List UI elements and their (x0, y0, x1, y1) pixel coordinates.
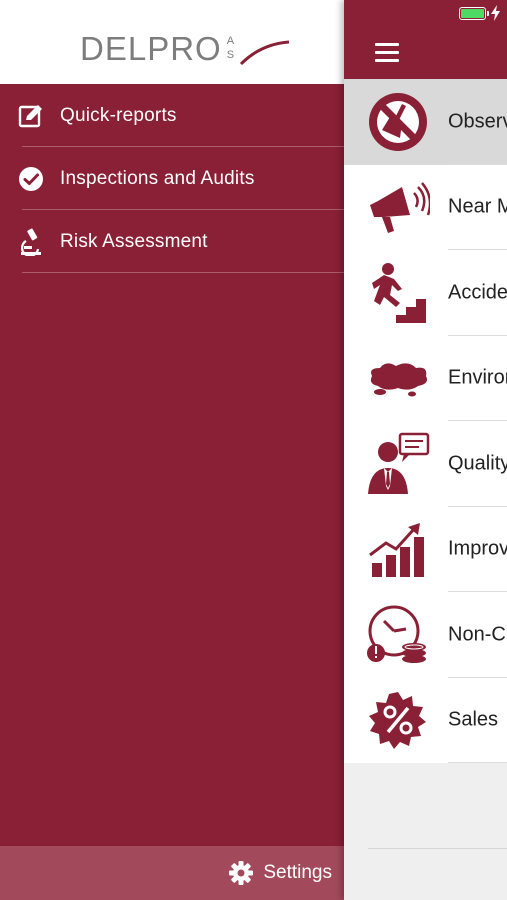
edit-icon (18, 103, 44, 129)
hamburger-icon[interactable] (375, 43, 399, 63)
category-label: Non-C (448, 623, 506, 646)
percent-badge-icon (366, 688, 430, 752)
businessman-speech-icon (366, 432, 430, 496)
menu-item-inspections-audits[interactable]: Inspections and Audits (0, 147, 344, 210)
status-bar (344, 0, 507, 26)
settings-label: Settings (263, 862, 332, 883)
drawer-menu: Quick-reports Inspections and Audits Ris… (0, 84, 344, 273)
settings-button[interactable]: Settings (0, 846, 344, 900)
battery-icon (459, 7, 489, 20)
growth-chart-icon (366, 517, 430, 581)
drawer-header: DELPRO A S (0, 0, 344, 84)
category-label: Enviror (448, 366, 507, 389)
lightning-icon (491, 5, 500, 21)
category-label: Observ (448, 110, 507, 133)
gear-icon (229, 861, 254, 885)
navbar (344, 26, 507, 79)
category-accident[interactable]: Accide (344, 250, 507, 336)
menu-label: Inspections and Audits (60, 167, 255, 189)
category-near-miss[interactable]: Near M (344, 164, 507, 250)
category-quality[interactable]: Quality (344, 421, 507, 507)
category-improvement[interactable]: Improv (344, 506, 507, 592)
category-label: Quality (448, 452, 507, 475)
fall-on-stairs-icon (366, 261, 430, 325)
main-panel: Observ Near M Accide Enviror Quality Imp… (344, 0, 507, 900)
logo-text: DELPRO (80, 30, 222, 67)
spill-icon (366, 346, 430, 410)
category-sales[interactable]: Sales (344, 677, 507, 763)
checkmark-circle-icon (18, 166, 44, 192)
category-environment[interactable]: Enviror (344, 335, 507, 421)
clock-coins-icon (366, 603, 430, 667)
microscope-icon (18, 228, 44, 256)
category-label: Improv (448, 537, 507, 560)
category-label: Sales (448, 708, 499, 731)
no-broom-icon (366, 90, 430, 154)
logo-swoosh-icon (239, 40, 290, 66)
category-observation[interactable]: Observ (344, 79, 507, 165)
category-non-conformance[interactable]: Non-C (344, 592, 507, 678)
menu-label: Risk Assessment (60, 230, 208, 252)
category-label: Accide (448, 281, 507, 304)
category-list: Observ Near M Accide Enviror Quality Imp… (344, 79, 507, 763)
menu-item-risk-assessment[interactable]: Risk Assessment (0, 210, 344, 273)
side-drawer: DELPRO A S Quick-reports Inspections and… (0, 0, 344, 900)
menu-item-quick-reports[interactable]: Quick-reports (0, 84, 344, 147)
delpro-logo: DELPRO A S (80, 30, 290, 67)
divider (368, 848, 507, 849)
megaphone-icon (366, 175, 430, 239)
menu-label: Quick-reports (60, 104, 177, 126)
category-label: Near M (448, 195, 507, 218)
